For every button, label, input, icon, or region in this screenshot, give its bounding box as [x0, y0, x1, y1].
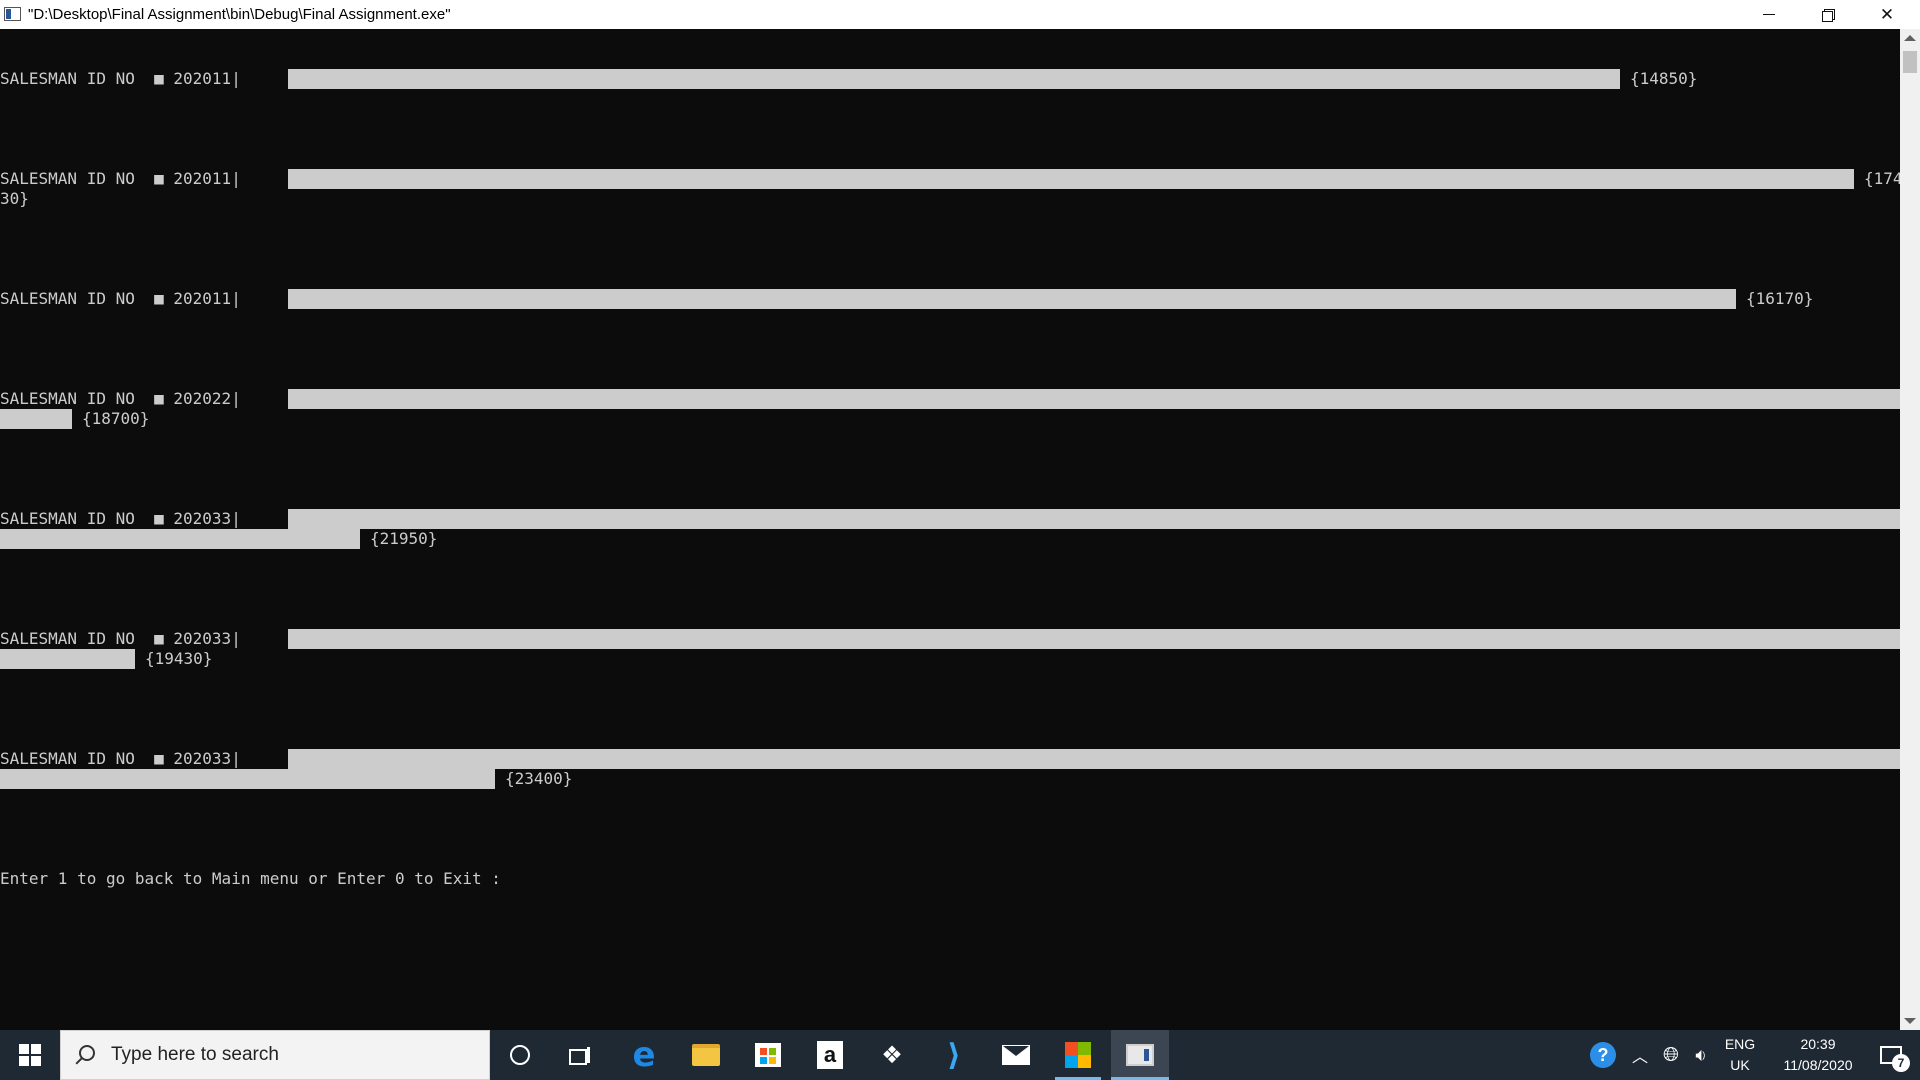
action-center-button[interactable]: 7	[1868, 1030, 1914, 1080]
title-bar: "D:\Desktop\Final Assignment\bin\Debug\F…	[0, 0, 1920, 29]
sales-bar	[288, 69, 1620, 89]
console-app-icon	[1126, 1044, 1154, 1066]
salesman-row-label: SALESMAN ID NO ■ 202011|	[0, 289, 241, 308]
file-explorer-icon	[692, 1044, 720, 1066]
sales-bar-wrapped	[0, 529, 360, 549]
store-icon	[755, 1043, 781, 1067]
input-language-button[interactable]: ENG UK	[1718, 1030, 1762, 1080]
sales-bar-wrapped	[0, 409, 72, 429]
salesman-row-label: SALESMAN ID NO ■ 202022|	[0, 389, 241, 408]
start-button[interactable]	[0, 1030, 60, 1080]
sales-value: {18700}	[82, 409, 150, 428]
cortana-icon	[510, 1045, 530, 1065]
sales-value: {23400}	[505, 769, 573, 788]
notification-icon: 7	[1880, 1046, 1910, 1072]
task-view-icon	[569, 1047, 591, 1065]
taskbar-visual-studio[interactable]: ⟩	[925, 1030, 983, 1080]
salesman-row-label: SALESMAN ID NO ■ 202011|	[0, 69, 241, 88]
sales-value-wrapped: 30}	[0, 189, 29, 208]
taskbar-edge[interactable]: e	[615, 1030, 673, 1080]
task-view-button[interactable]	[555, 1030, 605, 1080]
vertical-scrollbar[interactable]	[1900, 29, 1920, 1030]
taskbar-dropbox[interactable]: ❖	[863, 1030, 921, 1080]
minimize-button[interactable]	[1740, 0, 1798, 29]
visual-studio-icon: ⟩	[947, 1037, 961, 1073]
close-button[interactable]: ✕	[1858, 0, 1916, 29]
speaker-icon: 🔉︎	[1695, 1044, 1707, 1065]
globe-icon: 🌐︎	[1663, 1043, 1679, 1066]
amazon-icon: a	[817, 1041, 843, 1069]
sales-value: {14850}	[1630, 69, 1698, 88]
help-button[interactable]: ?	[1588, 1030, 1618, 1080]
minimize-icon	[1763, 14, 1775, 15]
windows-start-icon	[19, 1044, 41, 1066]
show-hidden-icons-button[interactable]: ︿	[1628, 1030, 1652, 1080]
taskbar-mail[interactable]	[987, 1030, 1045, 1080]
restore-button[interactable]	[1799, 0, 1857, 29]
salesman-row-label: SALESMAN ID NO ■ 202011|	[0, 169, 241, 188]
taskbar-search-box[interactable]: Type here to search	[60, 1030, 490, 1080]
volume-button[interactable]: 🔉︎	[1688, 1030, 1714, 1080]
sales-bar	[288, 289, 1736, 309]
sales-bar	[288, 169, 1854, 189]
close-icon: ✕	[1879, 4, 1895, 25]
console-output[interactable]: SALESMAN ID NO ■ 202011| {14850} SALESMA…	[0, 29, 1900, 1030]
taskbar-store[interactable]	[739, 1030, 797, 1080]
window-title: "D:\Desktop\Final Assignment\bin\Debug\F…	[28, 6, 451, 23]
sales-bar	[288, 389, 1900, 409]
salesman-row-label: SALESMAN ID NO ■ 202033|	[0, 749, 241, 768]
taskbar-winforms-app[interactable]	[1049, 1030, 1107, 1080]
scroll-down-icon[interactable]	[1904, 1018, 1916, 1024]
taskbar-file-explorer[interactable]	[677, 1030, 735, 1080]
taskbar-console-app[interactable]	[1111, 1030, 1169, 1080]
sales-bar	[288, 749, 1900, 769]
sales-bar	[288, 629, 1900, 649]
taskbar: Type here to search e a ❖ ⟩ ? ︿ 🌐︎ 🔉︎ EN…	[0, 1030, 1920, 1080]
salesman-row-label: SALESMAN ID NO ■ 202033|	[0, 629, 241, 648]
scroll-thumb[interactable]	[1903, 51, 1917, 73]
sales-value: {174	[1864, 169, 1900, 188]
sales-bar	[288, 509, 1900, 529]
scroll-up-icon[interactable]	[1904, 35, 1916, 41]
help-icon: ?	[1590, 1042, 1616, 1068]
search-icon	[79, 1045, 95, 1061]
clock-date: 11/08/2020	[1783, 1057, 1853, 1073]
chevron-up-icon: ︿	[1631, 1049, 1648, 1066]
mail-icon	[1002, 1045, 1030, 1065]
console-app-icon	[4, 7, 21, 21]
restore-icon	[1822, 8, 1835, 22]
sales-bar-wrapped	[0, 769, 495, 789]
clock-time: 20:39	[1800, 1036, 1836, 1052]
winforms-app-icon	[1065, 1042, 1091, 1068]
network-button[interactable]: 🌐︎	[1658, 1030, 1684, 1080]
taskbar-amazon[interactable]: a	[801, 1030, 859, 1080]
notification-count-badge: 7	[1892, 1054, 1910, 1072]
salesman-row-label: SALESMAN ID NO ■ 202033|	[0, 509, 241, 528]
language-code: ENG	[1724, 1036, 1756, 1052]
language-region: UK	[1730, 1057, 1750, 1073]
cortana-button[interactable]	[495, 1030, 545, 1080]
dropbox-icon: ❖	[881, 1041, 903, 1069]
sales-value: {19430}	[145, 649, 213, 668]
edge-icon: e	[632, 1035, 656, 1075]
sales-value: {16170}	[1746, 289, 1814, 308]
clock-button[interactable]: 20:39 11/08/2020	[1770, 1030, 1866, 1080]
console-prompt[interactable]: Enter 1 to go back to Main menu or Enter…	[0, 869, 501, 889]
sales-value: {21950}	[370, 529, 438, 548]
search-placeholder: Type here to search	[111, 1044, 279, 1065]
sales-bar-wrapped	[0, 649, 135, 669]
